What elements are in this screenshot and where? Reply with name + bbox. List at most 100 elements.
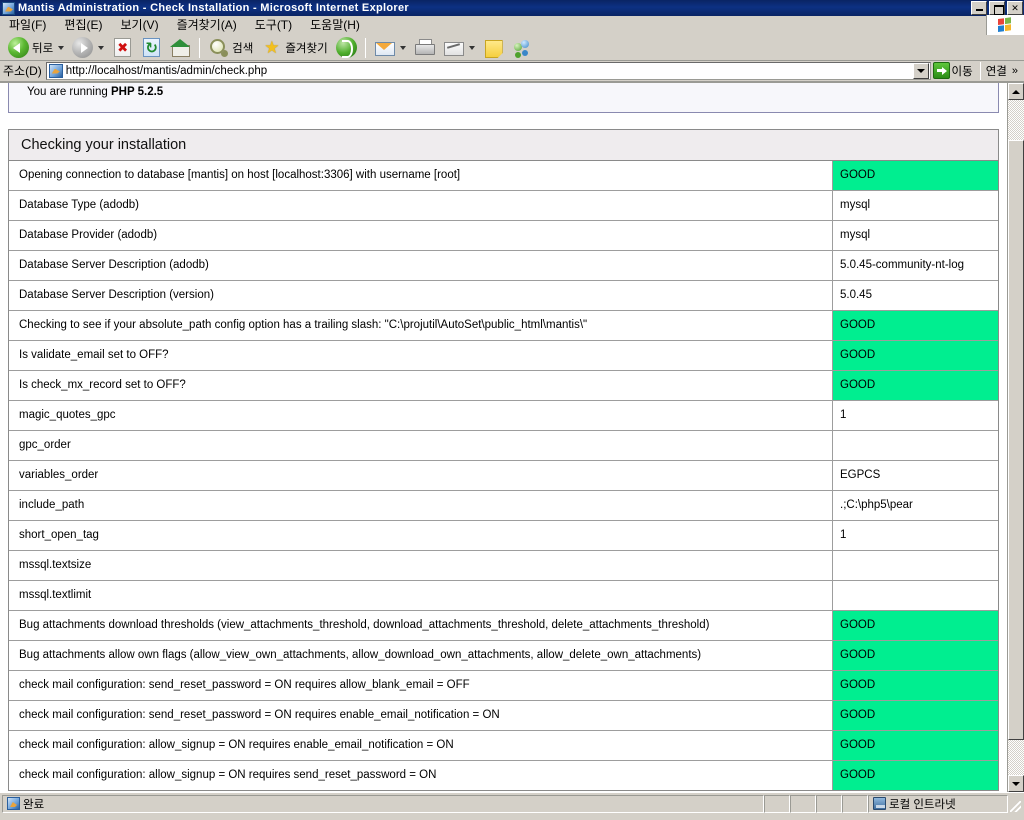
page-favicon-icon bbox=[48, 63, 63, 78]
check-description: Bug attachments allow own flags (allow_v… bbox=[9, 641, 833, 670]
check-value: 1 bbox=[840, 529, 847, 541]
menu-favorites[interactable]: 즐겨찾기(A) bbox=[168, 16, 246, 34]
edit-chevron-down-icon[interactable] bbox=[468, 45, 475, 50]
back-arrow-icon bbox=[8, 37, 29, 58]
table-row: check mail configuration: send_reset_pas… bbox=[9, 671, 998, 701]
browser-toolbar: 뒤로 검색 즐겨찾기 bbox=[0, 35, 1024, 61]
ie-document-icon bbox=[2, 1, 15, 15]
table-row: Database Provider (adodb) mysql bbox=[9, 221, 998, 251]
links-button[interactable]: 연결 » bbox=[984, 61, 1022, 81]
table-row: Bug attachments download thresholds (vie… bbox=[9, 611, 998, 641]
back-history-chevron-down-icon[interactable] bbox=[58, 45, 65, 50]
address-bar: 주소(D) http://localhost/mantis/admin/chec… bbox=[0, 61, 1024, 82]
print-button[interactable] bbox=[410, 36, 439, 60]
address-history-dropdown-button[interactable] bbox=[912, 62, 929, 79]
menu-edit[interactable]: 편집(E) bbox=[55, 16, 111, 34]
check-description: Is check_mx_record set to OFF? bbox=[9, 371, 833, 400]
status-badge: GOOD bbox=[833, 641, 998, 670]
status-pane-3 bbox=[816, 794, 842, 813]
back-button[interactable]: 뒤로 bbox=[4, 36, 68, 60]
check-value bbox=[833, 581, 998, 610]
table-row: Database Type (adodb) mysql bbox=[9, 191, 998, 221]
scrollbar-thumb[interactable] bbox=[1008, 140, 1024, 740]
table-row: gpc_order bbox=[9, 431, 998, 461]
check-description: short_open_tag bbox=[9, 521, 833, 550]
document-icon bbox=[7, 797, 20, 810]
menu-tools[interactable]: 도구(T) bbox=[246, 16, 301, 34]
star-icon bbox=[261, 37, 282, 58]
resize-grip[interactable] bbox=[1008, 795, 1022, 813]
triangle-up-icon bbox=[1012, 89, 1020, 94]
page-title: Checking your installation bbox=[9, 130, 998, 161]
windows-flag-icon bbox=[998, 17, 1013, 33]
check-description: Is validate_email set to OFF? bbox=[9, 341, 833, 370]
check-value: 5.0.45 bbox=[840, 289, 872, 301]
check-value: 1 bbox=[840, 409, 847, 421]
window-controls: ✕ bbox=[971, 1, 1023, 15]
people-icon bbox=[512, 37, 533, 58]
check-description: include_path bbox=[9, 491, 833, 520]
check-description: Checking to see if your absolute_path co… bbox=[9, 311, 833, 340]
scroll-down-button[interactable] bbox=[1008, 775, 1024, 792]
discuss-button[interactable] bbox=[479, 36, 508, 60]
check-value: .;C:\php5\pear bbox=[840, 499, 913, 511]
home-button[interactable] bbox=[166, 36, 195, 60]
mail-chevron-down-icon[interactable] bbox=[399, 45, 406, 50]
forward-arrow-icon bbox=[72, 37, 94, 58]
check-description: check mail configuration: allow_signup =… bbox=[9, 761, 833, 790]
forward-button[interactable] bbox=[68, 36, 108, 60]
links-chevron-right-icon[interactable]: » bbox=[1009, 65, 1018, 77]
menu-help[interactable]: 도움말(H) bbox=[301, 16, 369, 34]
table-row: Database Server Description (adodb) 5.0.4… bbox=[9, 251, 998, 281]
check-description: Database Provider (adodb) bbox=[9, 221, 833, 250]
chevron-down-icon bbox=[916, 68, 925, 73]
favorites-button[interactable]: 즐겨찾기 bbox=[257, 36, 331, 60]
scroll-up-button[interactable] bbox=[1008, 83, 1024, 100]
back-button-label: 뒤로 bbox=[32, 42, 54, 55]
minimize-button[interactable] bbox=[971, 1, 987, 15]
refresh-button[interactable] bbox=[137, 36, 166, 60]
favorites-button-label: 즐겨찾기 bbox=[285, 42, 328, 55]
stop-button[interactable] bbox=[108, 36, 137, 60]
windows-flag-logo bbox=[986, 15, 1024, 35]
check-description: Database Server Description (version) bbox=[9, 281, 833, 310]
address-input[interactable]: http://localhost/mantis/admin/check.php bbox=[45, 61, 931, 80]
scrollbar-track[interactable] bbox=[1008, 100, 1024, 775]
address-bar-label: 주소(D) bbox=[3, 64, 42, 78]
menu-view[interactable]: 보기(V) bbox=[111, 16, 167, 34]
note-icon bbox=[483, 37, 504, 58]
table-row: Checking to see if your absolute_path co… bbox=[9, 311, 998, 341]
restore-button[interactable] bbox=[989, 1, 1005, 15]
go-button[interactable]: 이동 bbox=[931, 61, 977, 81]
search-button[interactable]: 검색 bbox=[204, 36, 257, 60]
close-button[interactable]: ✕ bbox=[1007, 1, 1023, 15]
messenger-button[interactable] bbox=[508, 36, 537, 60]
page-vertical-scrollbar[interactable] bbox=[1007, 83, 1024, 792]
check-description: mssql.textlimit bbox=[9, 581, 833, 610]
status-badge: GOOD bbox=[833, 671, 998, 700]
check-description: check mail configuration: send_reset_pas… bbox=[9, 701, 833, 730]
mail-button[interactable] bbox=[370, 36, 410, 60]
table-row: magic_quotes_gpc 1 bbox=[9, 401, 998, 431]
menu-file[interactable]: 파일(F) bbox=[0, 16, 55, 34]
check-value: mysql bbox=[840, 199, 871, 211]
edit-button[interactable] bbox=[439, 36, 479, 60]
table-row: Is validate_email set to OFF? GOOD bbox=[9, 341, 998, 371]
status-bar: 완료 로컬 인트라넷 bbox=[0, 792, 1024, 814]
menubar: 파일(F) 편집(E) 보기(V) 즐겨찾기(A) 도구(T) 도움말(H) bbox=[0, 15, 1024, 35]
forward-history-chevron-down-icon[interactable] bbox=[98, 45, 105, 50]
history-button[interactable] bbox=[332, 36, 361, 60]
check-description: mssql.textsize bbox=[9, 551, 833, 580]
status-pane-4 bbox=[842, 794, 868, 813]
document-viewport: Mantis requires at least PHP 4.3.0. If y… bbox=[0, 82, 1024, 792]
security-zone-pane[interactable]: 로컬 인트라넷 bbox=[868, 794, 1008, 813]
address-divider bbox=[979, 61, 981, 80]
table-row: Is check_mx_record set to OFF? GOOD bbox=[9, 371, 998, 401]
status-pane-2 bbox=[790, 794, 816, 813]
home-icon bbox=[170, 37, 191, 58]
check-value: mysql bbox=[840, 229, 871, 241]
table-row: short_open_tag 1 bbox=[9, 521, 998, 551]
go-arrow-icon bbox=[932, 62, 950, 79]
status-text: 완료 bbox=[23, 798, 45, 811]
history-icon bbox=[335, 37, 357, 58]
